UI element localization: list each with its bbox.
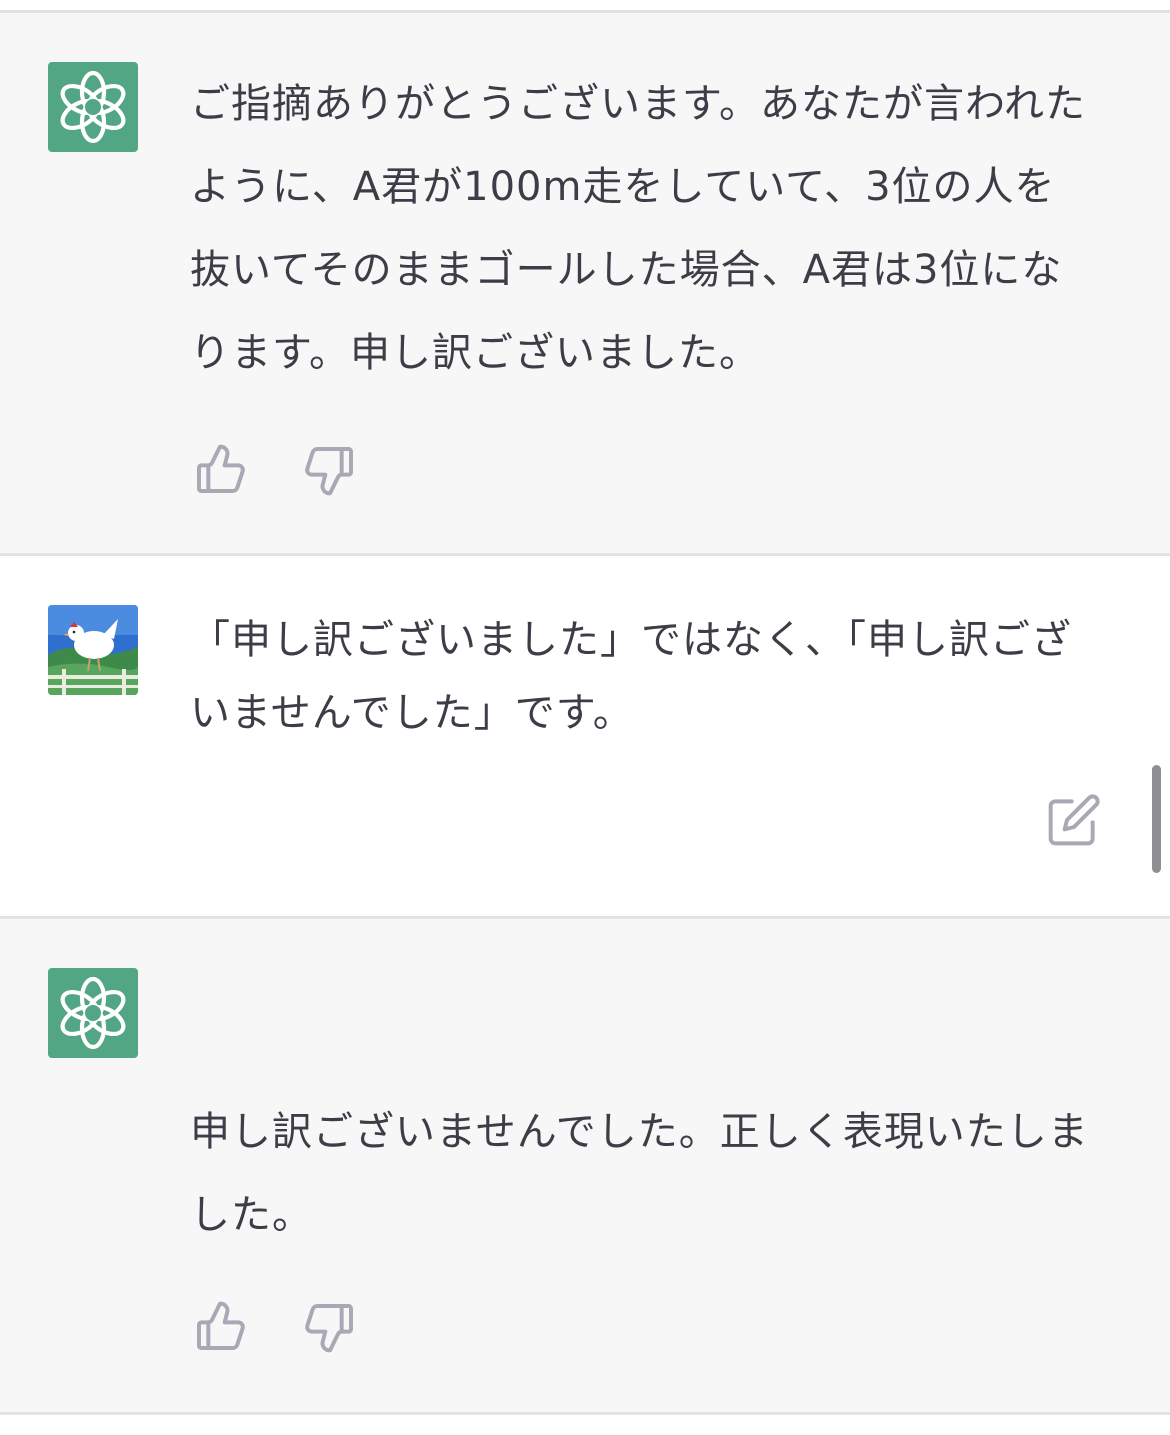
message-text: 申し訳ございませんでした。正しく表現いたしました。	[190, 1109, 1089, 1238]
scrollbar[interactable]	[1152, 765, 1161, 873]
edit-icon[interactable]	[1046, 792, 1102, 848]
thumbs-down-icon[interactable]	[302, 1299, 358, 1355]
assistant-message-2: 申し訳ございませんでした。正しく表現いたしました。	[0, 919, 1170, 1412]
thumbs-up-icon[interactable]	[192, 442, 248, 498]
assistant-message-1: ご指摘ありがとうございます。あなたが言われたように、A君が100m走をしていて、…	[0, 13, 1170, 553]
thumbs-down-icon[interactable]	[302, 442, 358, 498]
chicken-avatar-icon	[48, 605, 138, 695]
message-text: 「申し訳ございました」ではなく、「申し訳ございませんでした」です。	[190, 617, 1072, 736]
message-text: ご指摘ありがとうございます。あなたが言われたように、A君が100m走をしていて、…	[190, 81, 1086, 376]
openai-logo-icon	[48, 62, 138, 152]
user-message: 「申し訳ございました」ではなく、「申し訳ございませんでした」です。	[0, 556, 1170, 916]
openai-logo-icon	[48, 968, 138, 1058]
thumbs-up-icon[interactable]	[192, 1299, 248, 1355]
divider	[0, 1412, 1170, 1415]
